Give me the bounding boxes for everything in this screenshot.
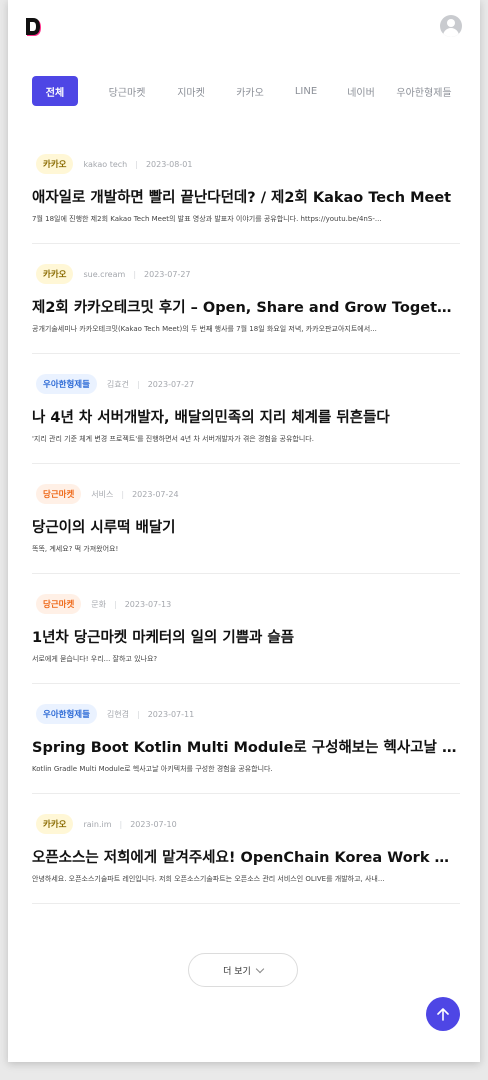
scroll-top-button[interactable] — [426, 997, 460, 1031]
tab-daangn[interactable]: 당근마켓 — [98, 76, 156, 106]
post-date: 2023-07-27 — [144, 269, 191, 279]
post-author: kakao tech — [83, 159, 128, 169]
company-badge[interactable]: 우아한형제들 — [36, 704, 97, 724]
post-date: 2023-07-24 — [132, 489, 179, 499]
company-badge[interactable]: 우아한형제들 — [36, 374, 97, 394]
post-author: 문화 — [91, 599, 107, 609]
post-item[interactable]: 카카오 rain.im | 2023-07-10 오픈소스는 저희에게 맡겨주세… — [32, 794, 460, 904]
post-title[interactable]: 당근이의 시루떡 배달기 — [32, 516, 460, 537]
app-frame: 전체 당근마켓 지마켓 카카오 LINE 네이버 우아한형제들 카카오 kaka… — [8, 0, 480, 1062]
post-title[interactable]: 1년차 당근마켓 마케터의 일의 기쁨과 슬픔 — [32, 626, 460, 647]
meta-divider: | — [114, 599, 117, 609]
arrow-up-icon — [437, 1008, 449, 1021]
tab-gmarket[interactable]: 지마켓 — [166, 76, 216, 106]
company-tabs: 전체 당근마켓 지마켓 카카오 LINE 네이버 우아한형제들 — [32, 76, 460, 106]
post-date: 2023-07-10 — [130, 819, 177, 829]
tab-kakao[interactable]: 카카오 — [226, 76, 274, 106]
post-item[interactable]: 우아한형제들 김효건 | 2023-07-27 나 4년 차 서버개발자, 배달… — [32, 354, 460, 464]
post-author: 김현겸 — [106, 709, 130, 719]
post-item[interactable]: 카카오 kakao tech | 2023-08-01 애자일로 개발하면 빨리… — [32, 134, 460, 244]
post-description: '지리 관리 기준 체계 변경 프로젝트'를 진행하면서 4년 차 서버개발자가… — [32, 435, 314, 443]
post-meta: 카카오 kakao tech | 2023-08-01 — [32, 154, 460, 174]
post-item[interactable]: 우아한형제들 김현겸 | 2023-07-11 Spring Boot Kotl… — [32, 684, 460, 794]
post-meta: 우아한형제들 김효건 | 2023-07-27 — [32, 374, 460, 394]
post-meta: 당근마켓 서비스 | 2023-07-24 — [32, 484, 460, 504]
post-title[interactable]: 오픈소스는 저희에게 맡겨주세요! OpenChain Korea Work G… — [32, 846, 460, 867]
post-description: 똑똑, 계세요? 떡 가져왔어요! — [32, 545, 119, 553]
post-description: 안녕하세요. 오픈소스기술파트 레인입니다. 저희 오픈소스기술파트는 오픈소스… — [32, 875, 385, 883]
post-list: 카카오 kakao tech | 2023-08-01 애자일로 개발하면 빨리… — [32, 134, 460, 904]
post-date: 2023-07-13 — [124, 599, 172, 609]
company-badge[interactable]: 당근마켓 — [36, 484, 82, 504]
post-author: 김효건 — [106, 379, 130, 389]
post-meta: 우아한형제들 김현겸 | 2023-07-11 — [32, 704, 460, 724]
meta-divider: | — [137, 379, 140, 389]
company-badge[interactable]: 카카오 — [36, 154, 74, 174]
post-meta: 카카오 sue.cream | 2023-07-27 — [32, 264, 460, 284]
post-author: sue.cream — [83, 269, 126, 279]
tab-all[interactable]: 전체 — [32, 76, 78, 106]
meta-divider: | — [119, 819, 123, 829]
post-author: rain.im — [83, 819, 112, 829]
company-badge[interactable]: 당근마켓 — [36, 594, 82, 614]
meta-divider: | — [133, 269, 137, 279]
post-item[interactable]: 당근마켓 서비스 | 2023-07-24 당근이의 시루떡 배달기 똑똑, 계… — [32, 464, 460, 574]
user-avatar-icon[interactable] — [440, 15, 462, 37]
avatar-body — [443, 28, 459, 37]
d-logo-icon[interactable] — [26, 18, 42, 37]
post-date: 2023-07-27 — [147, 379, 195, 389]
meta-divider: | — [137, 709, 140, 719]
post-title[interactable]: Spring Boot Kotlin Multi Module로 구성해보는 헥… — [32, 736, 460, 757]
load-more-button[interactable]: 더 보기 — [188, 953, 298, 987]
avatar-head — [447, 19, 455, 27]
chevron-down-icon — [255, 964, 265, 973]
post-item[interactable]: 당근마켓 문화 | 2023-07-13 1년차 당근마켓 마케터의 일의 기쁨… — [32, 574, 460, 684]
load-more-label: 더 보기 — [223, 966, 251, 977]
company-badge[interactable]: 카카오 — [36, 814, 74, 834]
post-author: 서비스 — [91, 489, 114, 499]
post-title[interactable]: 애자일로 개발하면 빨리 끝난다던데? / 제2회 Kakao Tech Mee… — [32, 186, 460, 207]
tab-naver[interactable]: 네이버 — [338, 76, 384, 106]
post-date: 2023-07-11 — [147, 709, 195, 719]
post-description: 7월 18일에 진행한 제2회 Kakao Tech Meet의 발표 영상과 … — [32, 215, 382, 223]
post-description: Kotlin Gradle Multi Module로 헥사고날 아키텍처를 구… — [32, 765, 273, 773]
post-meta: 카카오 rain.im | 2023-07-10 — [32, 814, 460, 834]
meta-divider: | — [121, 489, 125, 499]
post-meta: 당근마켓 문화 | 2023-07-13 — [32, 594, 460, 614]
tab-woowa[interactable]: 우아한형제들 — [394, 76, 454, 106]
meta-divider: | — [135, 159, 138, 169]
post-description: 공개기술세미나 카카오테크밋(Kakao Tech Meet)의 두 번째 행사… — [32, 325, 377, 333]
post-item[interactable]: 카카오 sue.cream | 2023-07-27 제2회 카카오테크밋 후기… — [32, 244, 460, 354]
tab-line[interactable]: LINE — [284, 76, 328, 106]
post-title[interactable]: 제2회 카카오테크밋 후기 – Open, Share and Grow Tog… — [32, 296, 460, 317]
post-date: 2023-08-01 — [145, 159, 193, 169]
post-description: 서로에게 묻습니다! 우리... 잘하고 있나요? — [32, 655, 158, 663]
company-badge[interactable]: 카카오 — [36, 264, 74, 284]
post-title[interactable]: 나 4년 차 서버개발자, 배달의민족의 지리 체계를 뒤흔들다 — [32, 406, 460, 427]
header — [8, 0, 480, 58]
